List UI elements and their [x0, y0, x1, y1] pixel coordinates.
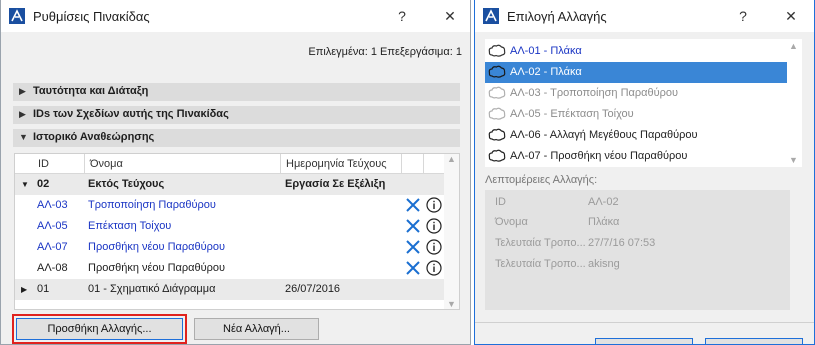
detail-key: Όνομα: [495, 216, 528, 228]
archicad-logo-icon: [483, 8, 499, 24]
revision-cloud-icon: [488, 44, 506, 57]
change-name: Τροποποίηση Παραθύρου: [88, 199, 216, 211]
info-icon[interactable]: [426, 260, 442, 276]
detail-key: Τελευταία Τροπο...: [495, 237, 586, 249]
table-row[interactable]: ΑΛ-07 Προσθήκη νέου Παραθύρου: [15, 237, 445, 258]
detail-value: 27/7/16 07:53: [588, 237, 656, 249]
col-header-action: [402, 154, 424, 174]
collapse-arrow-icon: ▼: [19, 132, 28, 142]
revision-cloud-icon: [488, 65, 506, 78]
detail-key: ID: [495, 196, 506, 208]
info-icon[interactable]: [426, 218, 442, 234]
list-item-label: ΑΛ-05 - Επέκταση Τοίχου: [510, 108, 634, 120]
divider: [475, 322, 814, 323]
col-header-id[interactable]: ID: [33, 154, 85, 174]
change-name: Προσθήκη νέου Παραθύρου: [88, 262, 226, 274]
scroll-up-icon[interactable]: ▲: [789, 41, 798, 51]
list-item-label: ΑΛ-06 - Αλλαγή Μεγέθους Παραθύρου: [510, 129, 698, 141]
list-item-label: ΑΛ-03 - Τροποποίηση Παραθύρου: [510, 87, 679, 99]
section-label: Ταυτότητα και Διάταξη: [33, 85, 149, 97]
group-id: 02: [37, 178, 50, 190]
list-item-selected[interactable]: ΑΛ-02 - Πλάκα: [485, 62, 787, 83]
archicad-logo-icon: [9, 8, 25, 24]
change-id: ΑΛ-05: [37, 220, 68, 232]
col-header-info: [424, 154, 445, 174]
list-item[interactable]: ΑΛ-01 - Πλάκα: [485, 41, 787, 62]
detail-value: Πλάκα: [588, 216, 620, 228]
revision-cloud-icon: [488, 107, 506, 120]
issue-group-row[interactable]: ▶ 01 01 - Σχηματικό Διάγραμμα 26/07/2016: [15, 279, 445, 300]
cancel-button[interactable]: [705, 338, 803, 344]
section-label: Ιστορικό Αναθεώρησης: [33, 131, 155, 143]
section-id-layout[interactable]: ▶ Ταυτότητα και Διάταξη: [13, 83, 460, 101]
expand-arrow-icon: ▶: [19, 109, 26, 119]
info-icon[interactable]: [426, 239, 442, 255]
detail-value: akisng: [588, 258, 620, 270]
remove-x-icon[interactable]: [406, 240, 420, 254]
list-item[interactable]: ΑΛ-06 - Αλλαγή Μεγέθους Παραθύρου: [485, 125, 787, 146]
change-name: Επέκταση Τοίχου: [88, 220, 172, 232]
list-item[interactable]: ΑΛ-03 - Τροποποίηση Παραθύρου: [485, 83, 787, 104]
help-button[interactable]: ?: [731, 5, 755, 27]
change-name: Προσθήκη νέου Παραθύρου: [88, 241, 226, 253]
dialog-title: Επιλογή Αλλαγής: [507, 9, 607, 24]
close-button[interactable]: ✕: [779, 5, 803, 27]
section-revision-history[interactable]: ▼ Ιστορικό Αναθεώρησης: [13, 129, 460, 147]
table-header: ID Όνομα Ημερομηνία Τεύχους: [15, 154, 445, 174]
table-row[interactable]: ΑΛ-03 Τροποποίηση Παραθύρου: [15, 195, 445, 216]
revision-history-table: ID Όνομα Ημερομηνία Τεύχους ▼ 02 Εκτός Τ…: [14, 153, 460, 310]
change-id: ΑΛ-03: [37, 199, 68, 211]
close-button[interactable]: ✕: [438, 5, 462, 27]
section-drawing-ids[interactable]: ▶ IDs των Σχεδίων αυτής της Πινακίδας: [13, 106, 460, 124]
list-item-label: ΑΛ-01 - Πλάκα: [510, 45, 582, 57]
table-row[interactable]: ΑΛ-08 Προσθήκη νέου Παραθύρου: [15, 258, 445, 279]
change-details-panel: ID ΑΛ-02 Όνομα Πλάκα Τελευταία Τροπο... …: [485, 190, 790, 310]
col-header-date[interactable]: Ημερομηνία Τεύχους: [281, 154, 402, 174]
change-id: ΑΛ-08: [37, 262, 68, 274]
scroll-down-icon[interactable]: ▼: [789, 155, 798, 165]
new-change-button[interactable]: Νέα Αλλαγή...: [194, 318, 319, 340]
titlebar: Ρυθμίσεις Πινακίδας ? ✕: [1, 0, 470, 32]
scroll-down-icon[interactable]: ▼: [444, 299, 459, 309]
group-name: Εκτός Τεύχους: [88, 178, 165, 190]
change-list: ΑΛ-01 - Πλάκα ΑΛ-02 - Πλάκα ΑΛ-03 - Τροπ…: [485, 39, 802, 167]
collapse-arrow-icon[interactable]: ▼: [21, 174, 29, 195]
list-scrollbar[interactable]: ▲ ▼: [787, 39, 802, 167]
expand-arrow-icon[interactable]: ▶: [21, 279, 27, 300]
revision-cloud-icon: [488, 149, 506, 162]
list-item-label: ΑΛ-07 - Προσθήκη νέου Παραθύρου: [510, 150, 688, 162]
expand-arrow-icon: ▶: [19, 86, 26, 96]
group-id: 01: [37, 283, 50, 295]
issue-group-row[interactable]: ▼ 02 Εκτός Τεύχους Εργασία Σε Εξέλιξη: [15, 174, 445, 195]
group-date: Εργασία Σε Εξέλιξη: [285, 178, 386, 190]
list-item-label: ΑΛ-02 - Πλάκα: [510, 66, 582, 78]
section-label: IDs των Σχεδίων αυτής της Πινακίδας: [33, 108, 229, 120]
select-change-dialog: Επιλογή Αλλαγής ? ✕ ΑΛ-01 - Πλάκα ΑΛ-02 …: [474, 0, 815, 345]
add-change-button[interactable]: Προσθήκη Αλλαγής...: [16, 318, 183, 340]
table-row[interactable]: ΑΛ-05 Επέκταση Τοίχου: [15, 216, 445, 237]
remove-x-icon[interactable]: [406, 219, 420, 233]
remove-x-icon[interactable]: [406, 198, 420, 212]
selection-info: Επιλεγμένα: 1 Επεξεργάσιμα: 1: [308, 46, 462, 58]
detail-value: ΑΛ-02: [588, 196, 619, 208]
dialog-title: Ρυθμίσεις Πινακίδας: [33, 9, 150, 24]
table-scrollbar[interactable]: ▲ ▼: [444, 154, 459, 309]
detail-key: Τελευταία Τροπο...: [495, 258, 586, 270]
col-header-name[interactable]: Όνομα: [85, 154, 281, 174]
info-icon[interactable]: [426, 197, 442, 213]
revision-cloud-icon: [488, 128, 506, 141]
remove-x-icon[interactable]: [406, 261, 420, 275]
scroll-up-icon[interactable]: ▲: [444, 154, 459, 164]
details-label: Λεπτομέρειες Αλλαγής:: [485, 174, 598, 186]
list-item[interactable]: ΑΛ-05 - Επέκταση Τοίχου: [485, 104, 787, 125]
group-name: 01 - Σχηματικό Διάγραμμα: [88, 283, 216, 295]
revision-cloud-icon: [488, 86, 506, 99]
titlebar: Επιλογή Αλλαγής ? ✕: [475, 0, 814, 32]
change-id: ΑΛ-07: [37, 241, 68, 253]
title-block-settings-dialog: Ρυθμίσεις Πινακίδας ? ✕ Επιλεγμένα: 1 Επ…: [0, 0, 471, 345]
ok-button[interactable]: [595, 338, 693, 344]
group-date: 26/07/2016: [285, 283, 341, 295]
help-button[interactable]: ?: [390, 5, 414, 27]
list-item[interactable]: ΑΛ-07 - Προσθήκη νέου Παραθύρου: [485, 146, 787, 167]
